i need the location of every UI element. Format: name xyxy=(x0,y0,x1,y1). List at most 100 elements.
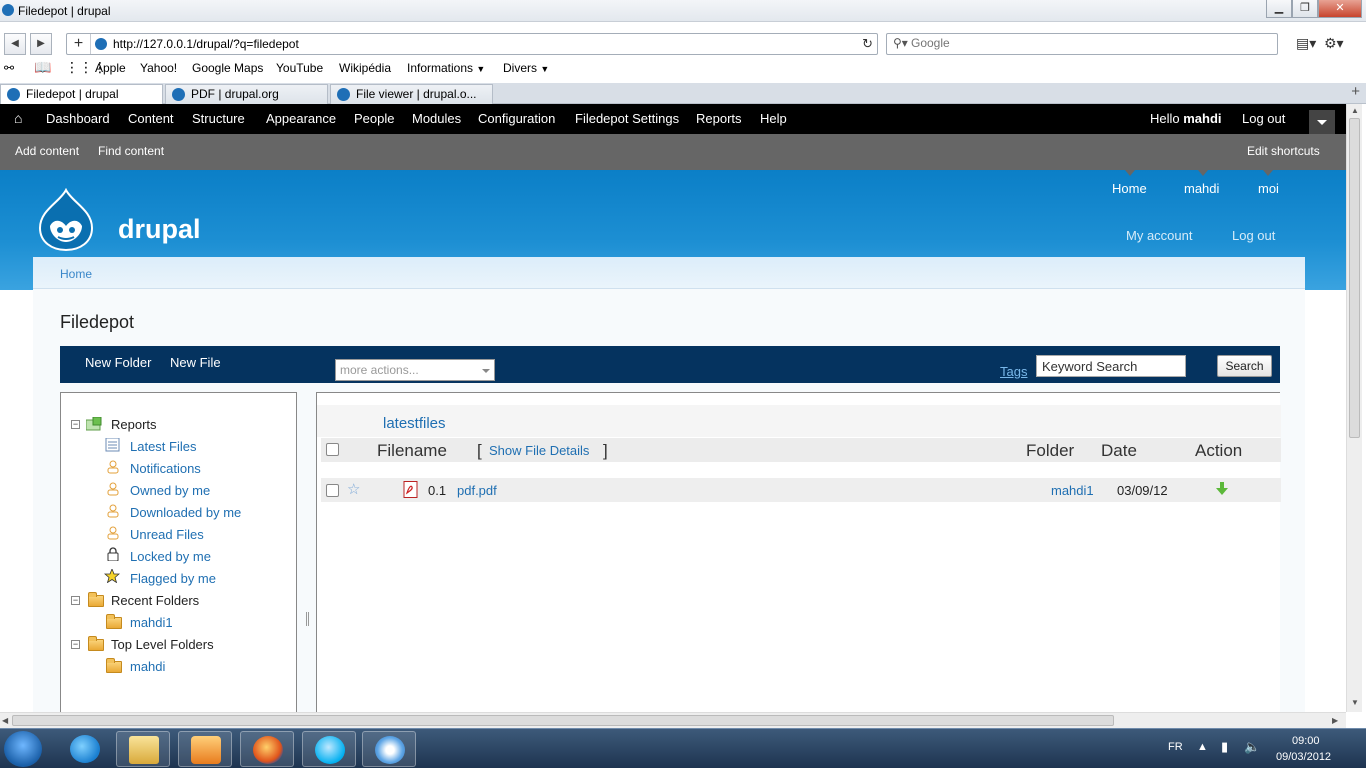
column-folder[interactable]: Folder xyxy=(1026,441,1074,461)
new-file-button[interactable]: New File xyxy=(170,355,221,370)
tab-filedepot[interactable]: Filedepot | drupal xyxy=(0,84,163,105)
bookmark-informations[interactable]: Informations ▼ xyxy=(407,61,485,75)
bookmarks-book-icon[interactable]: 📖 xyxy=(34,59,51,76)
gear-icon[interactable]: ⚙▾ xyxy=(1324,35,1344,52)
row-select-checkbox[interactable] xyxy=(326,484,339,497)
vertical-scrollbar[interactable]: ▲ ▼ xyxy=(1346,104,1362,712)
main-menu-moi[interactable]: moi xyxy=(1258,181,1279,196)
favorite-star-icon[interactable]: ☆ xyxy=(347,480,360,498)
file-name-link[interactable]: pdf.pdf xyxy=(457,483,497,498)
new-folder-button[interactable]: New Folder xyxy=(85,355,151,370)
scroll-right-icon[interactable]: ▶ xyxy=(1332,716,1338,725)
more-actions-select[interactable]: more actions... xyxy=(335,359,495,381)
bookmarks-bar: ⚯ 📖 ⋮⋮⋮ Apple Yahoo! Google Maps YouTube… xyxy=(0,58,1366,80)
my-account-link[interactable]: My account xyxy=(1126,228,1192,243)
reload-icon[interactable]: ↻ xyxy=(862,36,873,52)
taskbar-skype[interactable] xyxy=(302,731,356,767)
username-link[interactable]: mahdi xyxy=(1183,111,1221,126)
bookmark-google-maps[interactable]: Google Maps xyxy=(192,61,263,75)
forward-button[interactable]: ▶ xyxy=(30,33,52,55)
toolbar-logout-link[interactable]: Log out xyxy=(1242,111,1285,126)
breadcrumb-home[interactable]: Home xyxy=(60,267,92,281)
clock-time[interactable]: 09:00 xyxy=(1292,735,1320,747)
start-button[interactable] xyxy=(4,731,42,767)
site-name[interactable]: drupal xyxy=(118,214,201,245)
menu-configuration[interactable]: Configuration xyxy=(478,111,555,126)
menu-reports[interactable]: Reports xyxy=(696,111,742,126)
page-menu-icon[interactable]: ▤▾ xyxy=(1296,35,1316,52)
tags-link[interactable]: Tags xyxy=(1000,364,1027,379)
shortcut-find-content[interactable]: Find content xyxy=(98,144,164,158)
menu-content[interactable]: Content xyxy=(128,111,174,126)
close-button[interactable]: ✕ xyxy=(1318,0,1362,18)
tab-file-viewer[interactable]: File viewer | drupal.o... xyxy=(330,84,493,104)
menu-modules[interactable]: Modules xyxy=(412,111,461,126)
address-bar[interactable]: + http://127.0.0.1/drupal/?q=filedepot ↻ xyxy=(66,33,878,55)
taskbar-firefox[interactable] xyxy=(240,731,294,767)
column-date[interactable]: Date xyxy=(1101,441,1137,461)
drupal-logo-icon[interactable] xyxy=(36,188,96,252)
menu-dashboard[interactable]: Dashboard xyxy=(46,111,110,126)
taskbar-safari[interactable] xyxy=(362,731,416,767)
select-all-checkbox[interactable] xyxy=(326,443,339,456)
shortcuts-toggle-button[interactable] xyxy=(1309,110,1335,134)
edit-shortcuts-link[interactable]: Edit shortcuts xyxy=(1247,144,1320,158)
bookmark-youtube[interactable]: YouTube xyxy=(276,61,323,75)
url-text[interactable]: http://127.0.0.1/drupal/?q=filedepot xyxy=(113,37,299,51)
tree-folder-mahdi-label: mahdi xyxy=(130,659,166,674)
collapse-recent-folders-toggle[interactable]: − xyxy=(71,596,80,605)
bookmark-apple[interactable]: Apple xyxy=(95,61,126,75)
search-button[interactable]: Search xyxy=(1217,355,1272,377)
add-bookmark-icon[interactable]: + xyxy=(67,34,91,54)
keyword-search-input[interactable] xyxy=(1036,355,1186,377)
bookmark-wikipedia[interactable]: Wikipédia xyxy=(339,61,391,75)
collapse-top-level-folders-toggle[interactable]: − xyxy=(71,640,80,649)
shortcut-add-content[interactable]: Add content xyxy=(15,144,79,158)
browser-search-bar[interactable]: ⚲▾ xyxy=(886,33,1278,55)
taskbar-media-player[interactable] xyxy=(178,731,232,767)
clock-date[interactable]: 09/03/2012 xyxy=(1276,751,1331,763)
reader-glasses-icon[interactable]: ⚯ xyxy=(4,61,14,75)
tree-latest-files-label: Latest Files xyxy=(130,439,197,454)
horizontal-scrollbar[interactable]: ◀ ▶ xyxy=(0,712,1346,728)
folder-tree-panel: − Reports Latest Files Notifications Own… xyxy=(60,392,297,714)
back-button[interactable]: ◀ xyxy=(4,33,26,55)
browser-search-input[interactable] xyxy=(911,36,1251,50)
scroll-left-icon[interactable]: ◀ xyxy=(2,716,8,725)
taskbar-explorer[interactable] xyxy=(116,731,170,767)
new-tab-button[interactable]: + xyxy=(1351,83,1360,100)
main-menu-mahdi[interactable]: mahdi xyxy=(1184,181,1219,196)
menu-help[interactable]: Help xyxy=(760,111,787,126)
minimize-button[interactable]: ▁ xyxy=(1266,0,1292,18)
tray-expand-icon[interactable]: ▲ xyxy=(1197,741,1208,753)
show-file-details-link[interactable]: Show File Details xyxy=(489,443,589,458)
bookmark-divers-label: Divers xyxy=(503,61,538,75)
battery-icon[interactable]: ▮ xyxy=(1221,739,1228,755)
scroll-down-icon[interactable]: ▼ xyxy=(1351,698,1359,707)
browser-navbar: ◀ ▶ + http://127.0.0.1/drupal/?q=filedep… xyxy=(0,30,1366,58)
listing-header: Filename [ Show File Details ] Folder Da… xyxy=(321,438,1281,462)
bookmark-divers[interactable]: Divers ▼ xyxy=(503,61,549,75)
download-arrow-icon[interactable] xyxy=(1216,482,1228,496)
bookmark-yahoo[interactable]: Yahoo! xyxy=(140,61,177,75)
file-folder-link[interactable]: mahdi1 xyxy=(1051,483,1094,498)
header-logout-link[interactable]: Log out xyxy=(1232,228,1275,243)
volume-icon[interactable]: 🔈 xyxy=(1244,739,1260,755)
menu-people[interactable]: People xyxy=(354,111,394,126)
taskbar-internet-explorer[interactable] xyxy=(58,731,112,767)
horizontal-scroll-thumb[interactable] xyxy=(12,715,1114,726)
menu-filedepot-settings[interactable]: Filedepot Settings xyxy=(575,111,679,126)
column-filename[interactable]: Filename xyxy=(377,441,447,461)
panel-resize-handle[interactable] xyxy=(306,612,309,626)
language-indicator[interactable]: FR xyxy=(1168,741,1183,753)
home-icon[interactable]: ⌂ xyxy=(14,110,22,126)
listing-title-bar: latestfiles xyxy=(317,405,1281,437)
tab-pdf-drupal[interactable]: PDF | drupal.org xyxy=(165,84,328,104)
menu-structure[interactable]: Structure xyxy=(192,111,245,126)
menu-appearance[interactable]: Appearance xyxy=(266,111,336,126)
scroll-up-icon[interactable]: ▲ xyxy=(1351,106,1359,115)
vertical-scroll-thumb[interactable] xyxy=(1349,118,1360,438)
maximize-button[interactable]: ❐ xyxy=(1292,0,1318,18)
main-menu-home[interactable]: Home xyxy=(1112,181,1147,196)
collapse-reports-toggle[interactable]: − xyxy=(71,420,80,429)
